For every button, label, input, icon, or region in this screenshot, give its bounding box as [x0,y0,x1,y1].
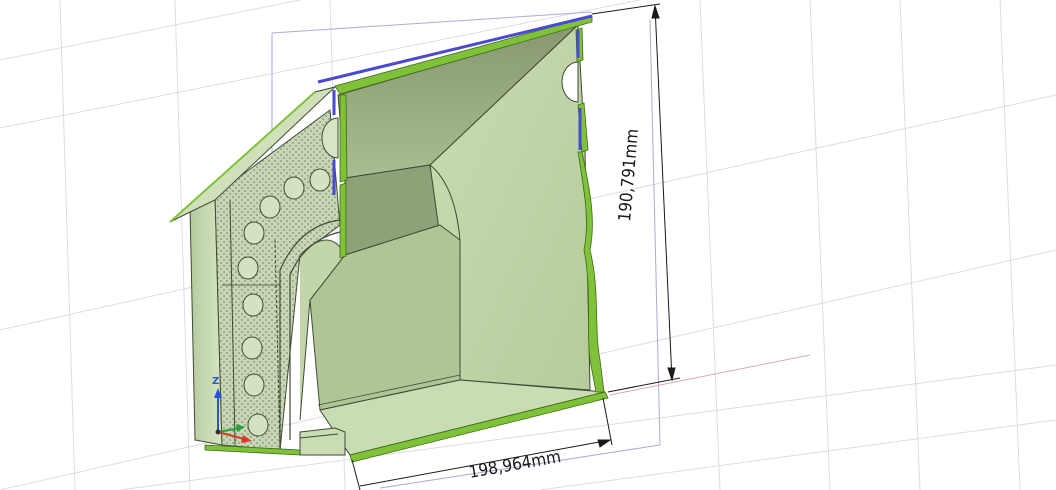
z-axis-label: Z [212,376,219,387]
height-dimension-label: 190,791mm [615,128,643,222]
cad-3d-viewport[interactable]: 190,791mm 198,964mm Z [0,0,1056,490]
width-dimension-label: 198,964mm [467,447,562,483]
door-sill-block [299,427,346,456]
